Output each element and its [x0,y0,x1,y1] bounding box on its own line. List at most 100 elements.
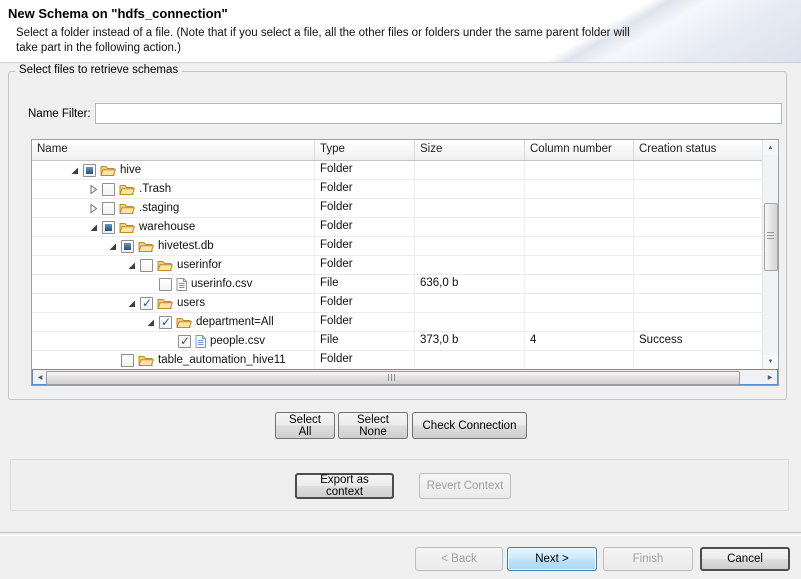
expand-arrow[interactable] [89,223,102,232]
node-icon [138,240,154,253]
table-row[interactable]: warehouse Folder [32,218,763,237]
scroll-right-icon[interactable]: ▶ [763,370,777,384]
node-icon [157,259,173,272]
revert-context-button: Revert Context [419,473,511,499]
scroll-down-icon[interactable]: ▼ [763,355,778,369]
cell-status: Success [634,332,763,350]
dialog-subtitle: Select a folder instead of a file. (Note… [16,26,630,56]
cell-colnum [525,313,634,331]
node-icon [176,316,192,329]
table-header-row: Name Type Size Column number Creation st… [32,140,763,161]
subtitle-line-1: Select a folder instead of a file. (Note… [16,26,630,41]
cell-size [415,351,525,369]
row-checkbox[interactable] [102,183,115,196]
scroll-up-icon[interactable]: ▲ [763,141,778,155]
row-checkbox[interactable] [159,316,172,329]
header-creation-status[interactable]: Creation status [634,140,763,160]
expanded-arrow-icon [108,242,117,251]
row-checkbox[interactable] [121,240,134,253]
cell-status [634,294,763,312]
expand-arrow[interactable] [127,261,140,270]
scrollbar-grip [767,232,774,240]
name-cell: hive [32,161,315,179]
expand-arrow[interactable] [70,166,83,175]
dialog-title: New Schema on "hdfs_connection" [8,6,228,21]
expand-arrow[interactable] [89,204,102,213]
horizontal-scrollbar-thumb[interactable] [46,371,740,385]
cancel-button[interactable]: Cancel [700,547,790,571]
node-label: department=All [196,316,274,328]
table-row[interactable]: .staging Folder [32,199,763,218]
name-filter-input[interactable] [95,103,782,124]
row-checkbox[interactable] [102,221,115,234]
row-checkbox[interactable] [159,278,172,291]
table-row[interactable]: userinfo.csv File 636,0 b [32,275,763,294]
table-row[interactable]: users Folder [32,294,763,313]
select-none-button[interactable]: Select None [338,412,408,439]
node-icon [176,278,187,291]
row-checkbox[interactable] [140,297,153,310]
cell-type: Folder [315,199,415,217]
subtitle-line-2: take part in the following action.) [16,41,630,56]
header-name[interactable]: Name [32,140,315,160]
node-label: userinfo.csv [191,278,252,290]
name-cell: userinfor [32,256,315,274]
table-row[interactable]: .Trash Folder [32,180,763,199]
check-connection-button[interactable]: Check Connection [412,412,527,439]
folder-icon [157,297,173,310]
header-column-number[interactable]: Column number [525,140,634,160]
node-label: .staging [139,202,179,214]
row-checkbox[interactable] [178,335,191,348]
file-icon [176,278,187,291]
indent-spacer [32,170,70,171]
indent-spacer [32,189,89,190]
cell-type: Folder [315,161,415,179]
row-checkbox[interactable] [121,354,134,367]
horizontal-scrollbar[interactable]: ◀ ▶ [32,369,778,385]
table-row[interactable]: department=All Folder [32,313,763,332]
expand-arrow[interactable] [146,318,159,327]
cell-type: Folder [315,256,415,274]
tree-rows: hive Folder [32,161,763,369]
cell-type: File [315,275,415,293]
next-button[interactable]: Next > [507,547,597,571]
select-all-button[interactable]: Select All [275,412,335,439]
name-cell: users [32,294,315,312]
node-icon [157,297,173,310]
indent-spacer [32,284,146,285]
cell-size [415,218,525,236]
cell-colnum [525,351,634,369]
row-checkbox[interactable] [102,202,115,215]
table-row[interactable]: people.csv File 373,0 b 4 Success [32,332,763,351]
vertical-scrollbar[interactable]: ▲ ▼ [762,141,778,369]
expanded-arrow-icon [127,299,136,308]
schema-file-table: Name Type Size Column number Creation st… [31,139,779,386]
node-icon [138,354,154,367]
export-as-context-button[interactable]: Export as context [295,473,394,499]
name-cell: .Trash [32,180,315,198]
expand-arrow[interactable] [89,185,102,194]
vertical-scrollbar-thumb[interactable] [764,203,778,271]
indent-spacer [32,360,108,361]
table-row[interactable]: hivetest.db Folder [32,237,763,256]
expand-arrow[interactable] [127,299,140,308]
folder-icon [119,221,135,234]
expand-arrow[interactable] [108,242,121,251]
row-checkbox[interactable] [83,164,96,177]
cell-colnum [525,218,634,236]
cell-type: Folder [315,180,415,198]
header-size[interactable]: Size [415,140,525,160]
new-schema-wizard-dialog: New Schema on "hdfs_connection" Select a… [0,0,801,579]
table-row[interactable]: userinfor Folder [32,256,763,275]
scroll-left-icon[interactable]: ◀ [33,370,47,384]
cell-type: Folder [315,237,415,255]
header-type[interactable]: Type [315,140,415,160]
table-row[interactable]: hive Folder [32,161,763,180]
table-row[interactable]: table_automation_hive11 Folder [32,351,763,369]
row-checkbox[interactable] [140,259,153,272]
node-label: hive [120,164,141,176]
folder-icon [176,316,192,329]
node-label: userinfor [177,259,222,271]
name-cell: hivetest.db [32,237,315,255]
cell-status [634,313,763,331]
